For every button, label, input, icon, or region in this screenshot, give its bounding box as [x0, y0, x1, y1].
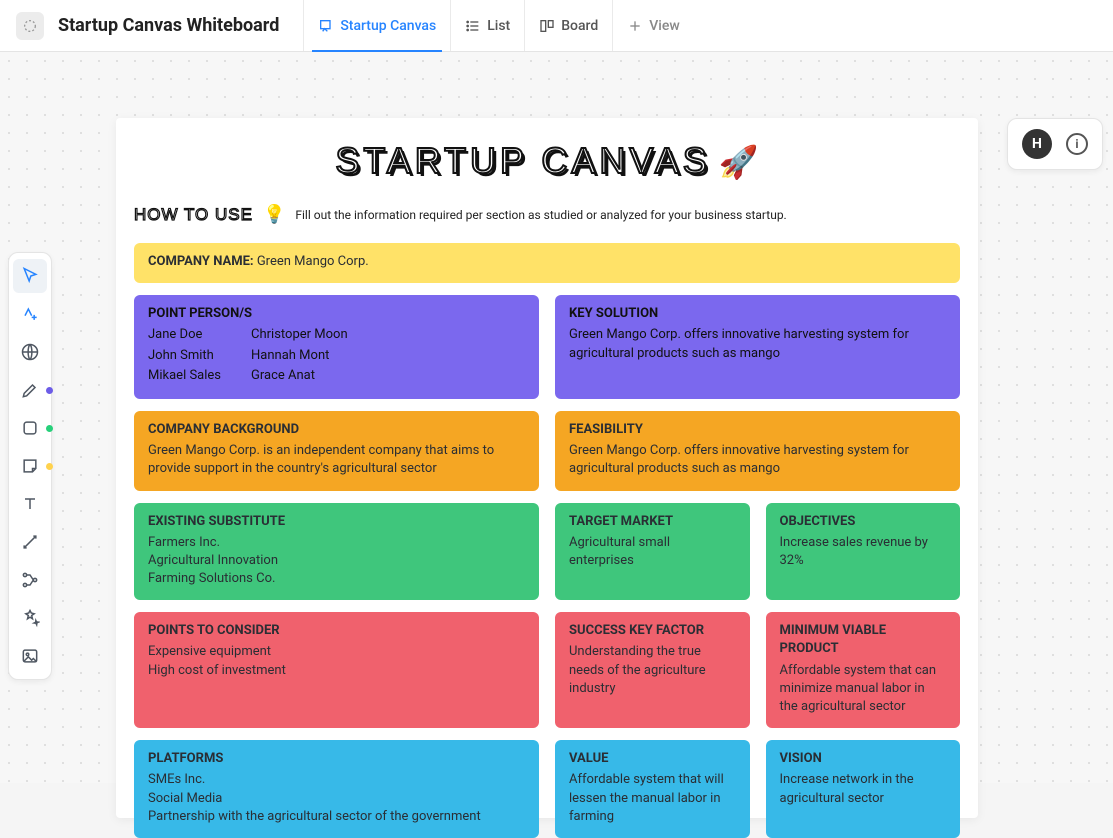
card-label: VALUE [569, 750, 736, 768]
line: Expensive equipment [148, 643, 525, 661]
card-company-name[interactable]: COMPANY NAME: Green Mango Corp. [134, 243, 960, 283]
tool-sticky-note[interactable] [13, 449, 47, 483]
card-success-key-factor[interactable]: SUCCESS KEY FACTOR Understanding the tru… [555, 612, 750, 728]
person: Hannah Mont [251, 347, 348, 365]
tool-text[interactable] [13, 487, 47, 521]
tool-web[interactable] [13, 335, 47, 369]
view-tabs: Startup Canvas List Board View [303, 0, 693, 51]
left-toolbar [8, 252, 52, 680]
line: High cost of investment [148, 662, 525, 680]
presence-bar: H i [1007, 118, 1103, 170]
person: Jane Doe [148, 326, 221, 344]
line: Partnership with the agricultural sector… [148, 808, 525, 826]
person: Christoper Moon [251, 326, 348, 344]
tool-add-element[interactable] [13, 297, 47, 331]
whiteboard-stage[interactable]: H i STARTUP CANVAS 🚀 HOW TO USE 💡 Fill o… [0, 52, 1113, 783]
card-label: EXISTING SUBSTITUTE [148, 513, 525, 531]
card-key-solution[interactable]: KEY SOLUTION Green Mango Corp. offers in… [555, 295, 960, 399]
card-body: Increase network in the agricultural sec… [780, 771, 947, 807]
card-label: POINT PERSON/S [148, 305, 525, 323]
howto-desc: Fill out the information required per se… [295, 208, 786, 222]
tool-connector[interactable] [13, 525, 47, 559]
canvas-page: STARTUP CANVAS 🚀 HOW TO USE 💡 Fill out t… [116, 118, 978, 818]
tab-board[interactable]: Board [524, 0, 612, 51]
card-label: FEASIBILITY [569, 421, 946, 439]
tool-image[interactable] [13, 639, 47, 673]
line: Agricultural Innovation [148, 552, 525, 570]
line: SMEs Inc. [148, 771, 525, 789]
persons-col-2: Christoper Moon Hannah Mont Grace Anat [251, 326, 348, 387]
line: Farming Solutions Co. [148, 570, 525, 588]
card-label: MINIMUM VIABLE PRODUCT [780, 622, 947, 658]
person: John Smith [148, 347, 221, 365]
line: Social Media [148, 790, 525, 808]
howto-title: HOW TO USE [134, 205, 253, 225]
tab-startup-canvas[interactable]: Startup Canvas [303, 0, 450, 51]
cards-grid: COMPANY NAME: Green Mango Corp. POINT PE… [134, 243, 960, 838]
card-label: COMPANY BACKGROUND [148, 421, 525, 439]
tab-label: View [649, 18, 680, 34]
card-body: Green Mango Corp. is an independent comp… [148, 442, 525, 478]
tool-shape[interactable] [13, 411, 47, 445]
card-existing-substitute[interactable]: EXISTING SUBSTITUTE Farmers Inc. Agricul… [134, 503, 539, 601]
card-body: Increase sales revenue by 32% [780, 534, 947, 570]
card-label: TARGET MARKET [569, 513, 736, 531]
tab-label: List [487, 18, 510, 34]
howto-row: HOW TO USE 💡 Fill out the information re… [134, 204, 960, 225]
company-name-value: Green Mango Corp. [257, 254, 369, 269]
tool-ai[interactable] [13, 601, 47, 635]
card-company-background[interactable]: COMPANY BACKGROUND Green Mango Corp. is … [134, 411, 539, 491]
board-icon [539, 18, 555, 34]
card-target-market[interactable]: TARGET MARKET Agricultural small enterpr… [555, 503, 750, 601]
card-mvp[interactable]: MINIMUM VIABLE PRODUCT Affordable system… [766, 612, 961, 728]
tab-list[interactable]: List [450, 0, 524, 51]
tool-diagram[interactable] [13, 563, 47, 597]
canvas-title: STARTUP CANVAS 🚀 [134, 140, 960, 182]
card-body: Understanding the true needs of the agri… [569, 643, 736, 698]
card-label: VISION [780, 750, 947, 768]
list-icon [465, 18, 481, 34]
top-bar: Startup Canvas Whiteboard Startup Canvas… [0, 0, 1113, 52]
plus-icon [627, 18, 643, 34]
card-point-persons[interactable]: POINT PERSON/S Jane Doe John Smith Mikae… [134, 295, 539, 399]
bulb-icon: 💡 [263, 204, 285, 225]
card-vision[interactable]: VISION Increase network in the agricultu… [766, 740, 961, 838]
help-icon[interactable]: i [1066, 133, 1088, 155]
card-body: Affordable system that can minimize manu… [780, 662, 947, 717]
card-label: KEY SOLUTION [569, 305, 946, 323]
card-label: POINTS TO CONSIDER [148, 622, 525, 640]
card-platforms[interactable]: PLATFORMS SMEs Inc. Social Media Partner… [134, 740, 539, 838]
tab-label: Board [561, 18, 598, 34]
card-value[interactable]: VALUE Affordable system that will lessen… [555, 740, 750, 838]
card-label: OBJECTIVES [780, 513, 947, 531]
card-body: Agricultural small enterprises [569, 534, 736, 570]
tab-label: Startup Canvas [340, 18, 436, 34]
card-body: Green Mango Corp. offers innovative harv… [569, 326, 946, 362]
tool-cursor[interactable] [13, 259, 47, 293]
title-text: STARTUP CANVAS [335, 140, 710, 182]
card-label: COMPANY NAME: [148, 254, 254, 269]
tab-add-view[interactable]: View [612, 0, 694, 51]
person: Mikael Sales [148, 367, 221, 385]
card-feasibility[interactable]: FEASIBILITY Green Mango Corp. offers inn… [555, 411, 960, 491]
line: Farmers Inc. [148, 534, 525, 552]
card-objectives[interactable]: OBJECTIVES Increase sales revenue by 32% [766, 503, 961, 601]
tool-pen[interactable] [13, 373, 47, 407]
rocket-icon: 🚀 [719, 143, 759, 181]
card-body: Green Mango Corp. offers innovative harv… [569, 442, 946, 478]
doc-title[interactable]: Startup Canvas Whiteboard [58, 15, 279, 36]
card-label: SUCCESS KEY FACTOR [569, 622, 736, 640]
user-avatar[interactable]: H [1022, 129, 1052, 159]
doc-icon[interactable] [16, 12, 44, 40]
card-label: PLATFORMS [148, 750, 525, 768]
whiteboard-icon [318, 18, 334, 34]
card-points-to-consider[interactable]: POINTS TO CONSIDER Expensive equipment H… [134, 612, 539, 728]
persons-col-1: Jane Doe John Smith Mikael Sales [148, 326, 221, 387]
card-body: Affordable system that will lessen the m… [569, 771, 736, 826]
person: Grace Anat [251, 367, 348, 385]
